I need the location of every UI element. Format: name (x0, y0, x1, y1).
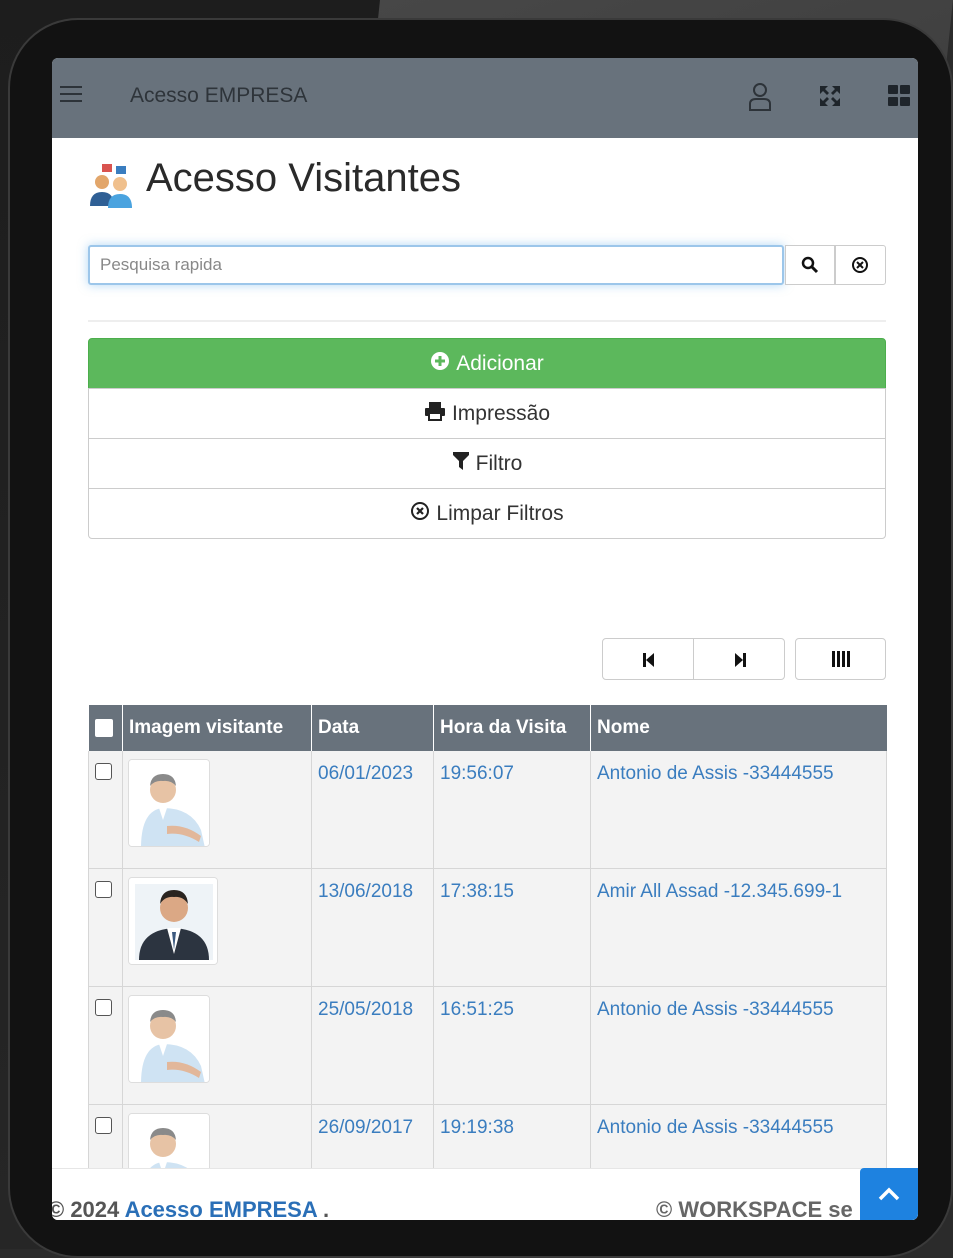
footer-right-text: © WORKSPACE se (656, 1197, 853, 1220)
table-row[interactable]: 13/06/2018 17:38:15 Amir All Assad -12.3… (88, 868, 887, 987)
row-checkbox[interactable] (95, 1117, 112, 1134)
column-header-time[interactable]: Hora da Visita (433, 705, 591, 751)
user-icon[interactable] (748, 82, 772, 112)
first-page-button[interactable] (603, 639, 693, 679)
clear-search-button[interactable] (835, 245, 886, 285)
table-row[interactable]: 25/05/2018 16:51:25 Antonio de Assis -33… (88, 986, 887, 1105)
row-checkbox[interactable] (95, 999, 112, 1016)
hamburger-menu-icon[interactable] (60, 86, 82, 104)
table-row[interactable]: 06/01/2023 19:56:07 Antonio de Assis -33… (88, 751, 887, 869)
quick-search-input[interactable] (88, 245, 784, 285)
row-date[interactable]: 25/05/2018 (311, 986, 434, 1105)
row-checkbox[interactable] (95, 763, 112, 780)
visitor-photo-older-man[interactable] (128, 759, 210, 847)
page-title: Acesso Visitantes (146, 156, 461, 200)
clear-circle-icon (410, 501, 430, 527)
print-button-label: Impressão (451, 401, 551, 425)
columns-icon (832, 651, 850, 667)
column-header-image[interactable]: Imagem visitante (122, 705, 312, 751)
action-button-group: Adicionar Impressão Filtro Limpar Filtro… (88, 338, 886, 539)
column-header-date[interactable]: Data (311, 705, 434, 751)
filter-icon (452, 451, 470, 477)
row-checkbox[interactable] (95, 881, 112, 898)
footer-copyright: © 2024 Acesso EMPRESA . (52, 1197, 330, 1220)
row-time[interactable]: 17:38:15 (433, 868, 591, 987)
column-header-name[interactable]: Nome (590, 705, 887, 751)
last-page-icon (735, 653, 746, 667)
select-all-header[interactable] (88, 705, 123, 751)
divider (88, 320, 886, 322)
row-date[interactable]: 06/01/2023 (311, 751, 434, 869)
print-button[interactable]: Impressão (88, 388, 886, 439)
visitor-photo-young-man[interactable] (128, 877, 218, 965)
row-name[interactable]: Amir All Assad -12.345.699-1 (590, 868, 887, 987)
clear-filters-button[interactable]: Limpar Filtros (88, 488, 886, 539)
table-header-row: Imagem visitante Data Hora da Visita Nom… (88, 705, 887, 751)
columns-button[interactable] (795, 638, 886, 680)
app-screen: Acesso EMPRESA Acesso Visitantes Pesquis… (52, 58, 918, 1220)
visitors-table: Imagem visitante Data Hora da Visita Nom… (88, 705, 887, 1220)
row-time[interactable]: 16:51:25 (433, 986, 591, 1105)
filter-button[interactable]: Filtro (88, 438, 886, 489)
chevron-up-icon (878, 1187, 900, 1201)
last-page-button[interactable] (693, 639, 784, 679)
row-name[interactable]: Antonio de Assis -33444555 (590, 751, 887, 869)
select-all-checkbox[interactable] (94, 718, 113, 737)
clear-filters-label: Limpar Filtros (436, 501, 564, 525)
row-name[interactable]: Antonio de Assis -33444555 (590, 986, 887, 1105)
footer-brand-link[interactable]: Acesso EMPRESA (125, 1197, 317, 1220)
add-button-label: Adicionar (456, 351, 544, 375)
fullscreen-icon[interactable] (818, 84, 842, 108)
clear-circle-icon (852, 257, 868, 273)
filter-button-label: Filtro (475, 451, 523, 475)
printer-icon (424, 401, 446, 427)
first-page-icon (643, 653, 654, 667)
pagination (602, 638, 785, 680)
row-date[interactable]: 13/06/2018 (311, 868, 434, 987)
visitors-icon (88, 162, 136, 208)
app-title[interactable]: Acesso EMPRESA (130, 84, 307, 108)
page-footer: © 2024 Acesso EMPRESA . © WORKSPACE se (52, 1168, 918, 1220)
add-button[interactable]: Adicionar (88, 338, 886, 389)
search-button[interactable] (785, 245, 835, 285)
row-time[interactable]: 19:56:07 (433, 751, 591, 869)
plus-circle-icon (430, 351, 450, 377)
apps-grid-icon[interactable] (888, 85, 918, 107)
scroll-to-top-button[interactable] (860, 1168, 918, 1220)
visitor-photo-older-man[interactable] (128, 995, 210, 1083)
top-navbar: Acesso EMPRESA (52, 58, 918, 138)
search-icon (801, 256, 819, 274)
